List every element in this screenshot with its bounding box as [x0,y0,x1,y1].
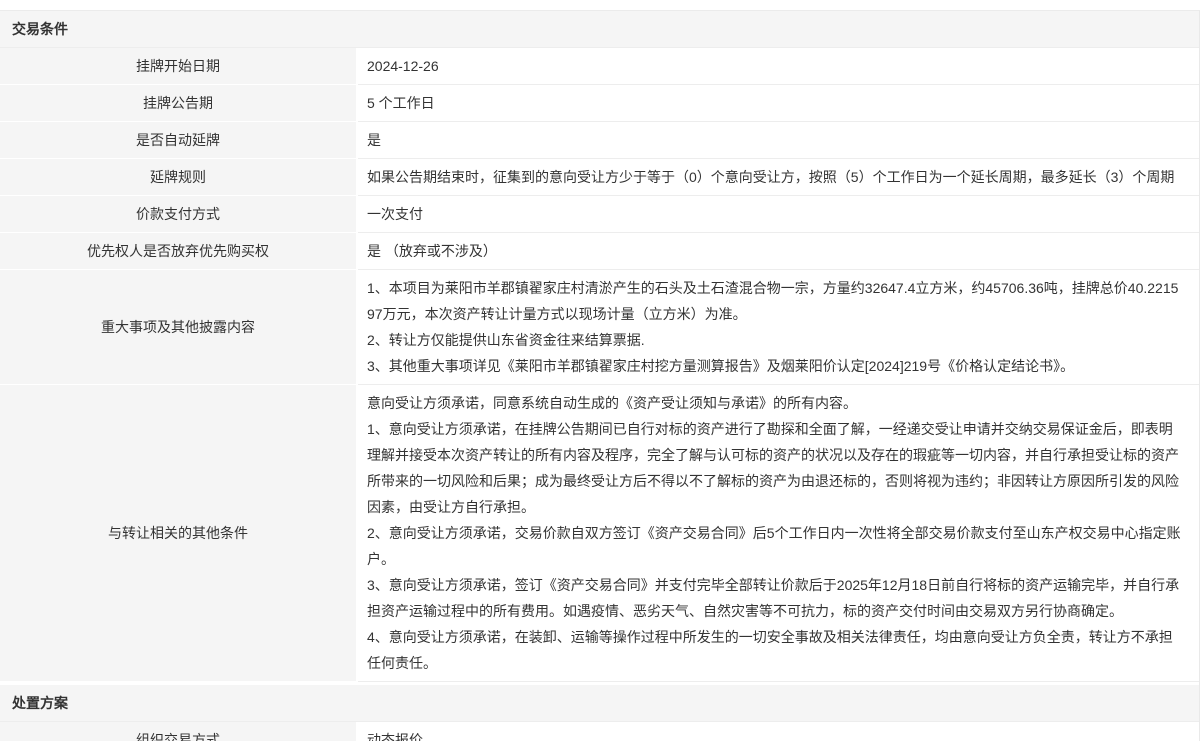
section-title-disposal-plan: 处置方案 [0,685,1199,722]
section-title-transaction-conditions: 交易条件 [0,11,1199,48]
section-disposal-plan: 处置方案 组织交易方式 动态报价 [0,685,1199,741]
table-row-auto-extension: 是否自动延牌 是 [0,122,1199,159]
row-label: 优先权人是否放弃优先购买权 [0,233,358,270]
row-label: 是否自动延牌 [0,122,358,159]
row-value: 2024-12-26 [358,48,1199,85]
row-value: 1、本项目为莱阳市羊郡镇翟家庄村清淤产生的石头及土石渣混合物一宗，方量约3264… [358,270,1199,385]
detail-table: 交易条件 挂牌开始日期 2024-12-26 挂牌公告期 5 个工作日 是否自动… [0,10,1200,741]
row-value: 动态报价 [358,722,1199,741]
table-row-other-transfer-conditions: 与转让相关的其他条件 意向受让方须承诺，同意系统自动生成的《资产受让须知与承诺》… [0,385,1199,682]
section-transaction-conditions: 交易条件 挂牌开始日期 2024-12-26 挂牌公告期 5 个工作日 是否自动… [0,11,1199,682]
row-label: 组织交易方式 [0,722,358,741]
row-value: 是 [358,122,1199,159]
table-row-trade-organization-method: 组织交易方式 动态报价 [0,722,1199,741]
table-row-payment-method: 价款支付方式 一次支付 [0,196,1199,233]
table-row-preemptive-right-waiver: 优先权人是否放弃优先购买权 是 （放弃或不涉及） [0,233,1199,270]
row-value: 5 个工作日 [358,85,1199,122]
row-label: 挂牌公告期 [0,85,358,122]
row-label: 价款支付方式 [0,196,358,233]
row-value: 是 （放弃或不涉及） [358,233,1199,270]
row-label: 延牌规则 [0,159,358,196]
row-value: 意向受让方须承诺，同意系统自动生成的《资产受让须知与承诺》的所有内容。 1、意向… [358,385,1199,682]
row-label: 与转让相关的其他条件 [0,385,358,682]
table-row-announcement-period: 挂牌公告期 5 个工作日 [0,85,1199,122]
listing-detail-page: 交易条件 挂牌开始日期 2024-12-26 挂牌公告期 5 个工作日 是否自动… [0,0,1201,741]
row-value: 一次支付 [358,196,1199,233]
table-row-listing-start-date: 挂牌开始日期 2024-12-26 [0,48,1199,85]
row-label: 挂牌开始日期 [0,48,358,85]
row-label: 重大事项及其他披露内容 [0,270,358,385]
table-row-major-matters-disclosure: 重大事项及其他披露内容 1、本项目为莱阳市羊郡镇翟家庄村清淤产生的石头及土石渣混… [0,270,1199,385]
table-row-extension-rule: 延牌规则 如果公告期结束时，征集到的意向受让方少于等于（0）个意向受让方，按照（… [0,159,1199,196]
row-value: 如果公告期结束时，征集到的意向受让方少于等于（0）个意向受让方，按照（5）个工作… [358,159,1199,196]
